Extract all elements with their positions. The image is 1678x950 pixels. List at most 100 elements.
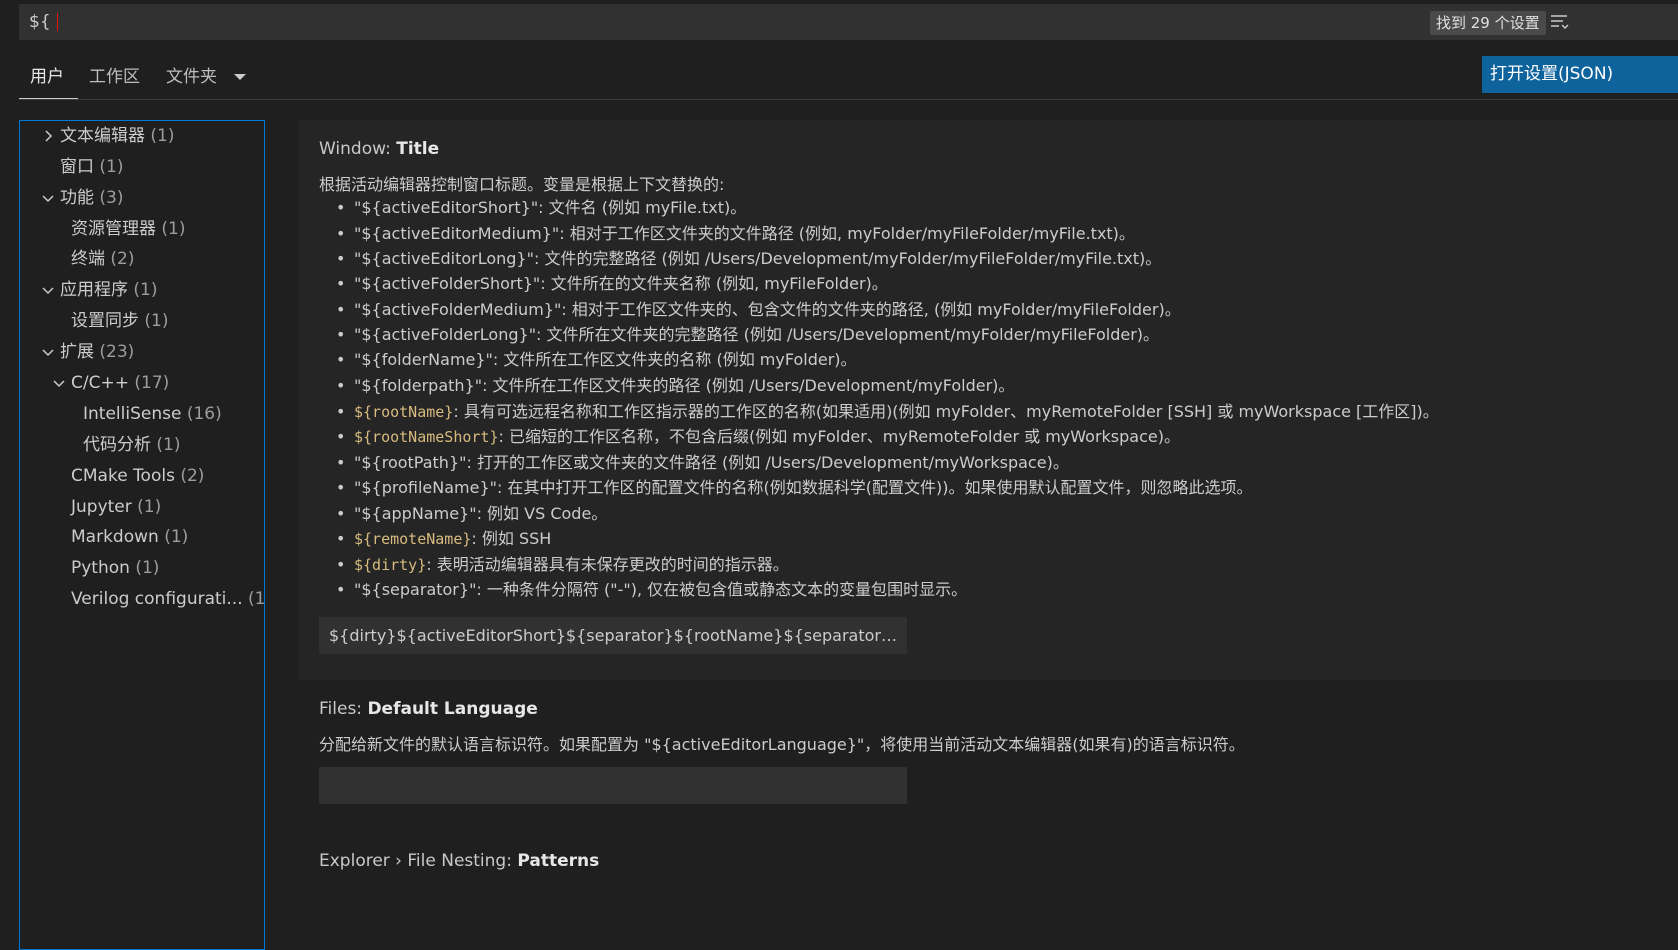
- toc-count: (3): [99, 188, 124, 208]
- toc-item-markdown[interactable]: Markdown (1): [71, 522, 188, 552]
- toc-label: Verilog configurati...: [71, 589, 243, 609]
- tab-user[interactable]: 用户: [30, 56, 64, 98]
- setting-category: Files:: [319, 699, 368, 719]
- variable-desc: "${activeEditorShort}": 文件名 (例如 myFile.t…: [354, 198, 747, 217]
- setting-files-default-language[interactable]: Files: Default Language 分配给新文件的默认语言标识符。如…: [298, 680, 1678, 820]
- toc-count: (1): [135, 558, 160, 578]
- tabs-divider: [19, 99, 1678, 100]
- variable-code: ${rootNameShort}: [354, 428, 499, 446]
- variable-bullet: "${activeEditorShort}": 文件名 (例如 myFile.t…: [336, 195, 747, 220]
- variable-bullet: ${rootNameShort}: 已缩短的工作区名称，不包含后缀(例如 myF…: [336, 424, 1180, 449]
- toc-label: C/C++: [71, 373, 129, 393]
- chevron-down-icon: [42, 287, 54, 295]
- variable-bullet: ${remoteName}: 例如 SSH: [336, 526, 552, 551]
- variable-desc: "${activeFolderLong}": 文件所在文件夹的完整路径 (例如 …: [354, 325, 1160, 344]
- variable-bullet: "${separator}": 一种条件分隔符 ("-"), 仅在被包含值或静态…: [336, 577, 967, 602]
- window-title-input[interactable]: ${dirty}${activeEditorShort}${separator}…: [319, 617, 907, 654]
- variable-bullet: ${rootName}: 具有可选远程名称和工作区指示器的工作区的名称(如果适用…: [336, 399, 1439, 424]
- setting-title: Window: Title: [319, 139, 439, 159]
- toc-item-verilog[interactable]: Verilog configurati... (1): [71, 584, 265, 614]
- toc-item-extensions[interactable]: 扩展 (23): [42, 337, 135, 367]
- setting-category: Window:: [319, 139, 397, 159]
- setting-title: Files: Default Language: [319, 699, 538, 719]
- toc-count: (1): [144, 311, 169, 331]
- variable-desc: "${folderName}": 文件所在工作区文件夹的名称 (例如 myFol…: [354, 350, 857, 369]
- variable-desc: : 具有可选远程名称和工作区指示器的工作区的名称(如果适用)(例如 myFold…: [453, 402, 1439, 421]
- variable-bullet: "${profileName}": 在其中打开工作区的配置文件的名称(例如数据科…: [336, 475, 1253, 500]
- variable-desc: "${activeEditorMedium}": 相对于工作区文件夹的文件路径 …: [354, 224, 1135, 243]
- toc-label: 终端: [71, 249, 105, 269]
- setting-explorer-file-nesting-patterns[interactable]: Explorer › File Nesting: Patterns: [298, 820, 1678, 936]
- toc-label: 文本编辑器: [60, 126, 145, 146]
- settings-list: Window: Title 根据活动编辑器控制窗口标题。变量是根据上下文替换的:…: [298, 120, 1678, 936]
- toc-item-jupyter[interactable]: Jupyter (1): [71, 492, 161, 522]
- toc-label: 窗口: [60, 157, 94, 177]
- chevron-down-icon: [42, 349, 54, 357]
- variable-bullet: "${activeFolderMedium}": 相对于工作区文件夹的、包含文件…: [336, 297, 1181, 322]
- toc-count: (1): [248, 589, 265, 609]
- toc-item-code-analysis[interactable]: 代码分析 (1): [83, 430, 181, 460]
- setting-category: Explorer › File Nesting:: [319, 851, 518, 871]
- results-count-badge: 找到 29 个设置: [1430, 11, 1546, 35]
- toc-count: (1): [99, 157, 124, 177]
- toc-item-explorer[interactable]: 资源管理器 (1): [71, 214, 186, 244]
- toc-item-window[interactable]: 窗口 (1): [60, 152, 124, 182]
- tab-workspace[interactable]: 工作区: [89, 56, 140, 98]
- toc-label: 功能: [60, 188, 94, 208]
- toc-count: (17): [134, 373, 170, 393]
- toc-count: (23): [99, 342, 135, 362]
- toc-item-cpp[interactable]: C/C++ (17): [53, 368, 170, 398]
- variable-code: ${remoteName}: [354, 530, 472, 548]
- toc-count: (2): [110, 249, 135, 269]
- toc-count: (1): [156, 435, 181, 455]
- chevron-down-icon[interactable]: [233, 72, 247, 82]
- variable-bullet: "${appName}": 例如 VS Code。: [336, 501, 608, 526]
- toc-item-text-editor[interactable]: 文本编辑器 (1): [45, 121, 175, 151]
- toc-label: 资源管理器: [71, 219, 156, 239]
- filter-icon[interactable]: [1549, 12, 1569, 32]
- toc-count: (1): [164, 527, 189, 547]
- chevron-down-icon: [53, 380, 65, 388]
- variable-bullet: "${folderName}": 文件所在工作区文件夹的名称 (例如 myFol…: [336, 347, 857, 372]
- variable-desc: "${profileName}": 在其中打开工作区的配置文件的名称(例如数据科…: [354, 478, 1253, 497]
- toc-label: CMake Tools: [71, 466, 175, 486]
- variable-bullet: "${activeFolderLong}": 文件所在文件夹的完整路径 (例如 …: [336, 322, 1160, 347]
- toc-label: 代码分析: [83, 435, 151, 455]
- toc-item-application[interactable]: 应用程序 (1): [42, 275, 158, 305]
- variable-desc: : 表明活动编辑器具有未保存更改的时间的指示器。: [426, 555, 789, 574]
- open-settings-json-button[interactable]: 打开设置(JSON): [1482, 56, 1678, 93]
- variable-bullet: "${activeEditorMedium}": 相对于工作区文件夹的文件路径 …: [336, 221, 1135, 246]
- setting-title: Explorer › File Nesting: Patterns: [319, 851, 599, 871]
- toc-item-terminal[interactable]: 终端 (2): [71, 244, 135, 274]
- variable-desc: : 已缩短的工作区名称，不包含后缀(例如 myFolder、myRemoteFo…: [498, 427, 1180, 446]
- variable-desc: "${rootPath}": 打开的工作区或文件夹的文件路径 (例如 /User…: [354, 453, 1069, 472]
- settings-toc-tree: 文本编辑器 (1) 窗口 (1) 功能 (3) 资源管理器 (1) 终端 (2)…: [19, 120, 265, 950]
- settings-search-input[interactable]: [19, 4, 1399, 40]
- setting-description: 分配给新文件的默认语言标识符。如果配置为 "${activeEditorLang…: [319, 735, 1245, 754]
- toc-item-intellisense[interactable]: IntelliSense (16): [83, 399, 222, 429]
- toc-label: Jupyter: [71, 497, 132, 517]
- variable-bullet: ${dirty}: 表明活动编辑器具有未保存更改的时间的指示器。: [336, 552, 789, 577]
- chevron-down-icon: [42, 195, 54, 203]
- setting-window-title[interactable]: Window: Title 根据活动编辑器控制窗口标题。变量是根据上下文替换的:…: [298, 120, 1678, 680]
- toc-item-cmake-tools[interactable]: CMake Tools (2): [71, 461, 204, 491]
- toc-item-python[interactable]: Python (1): [71, 553, 159, 583]
- variable-bullet: "${folderpath}": 文件所在工作区文件夹的路径 (例如 /User…: [336, 373, 1014, 398]
- setting-name: Default Language: [367, 699, 538, 719]
- variable-desc: : 例如 SSH: [471, 529, 552, 548]
- variable-bullet: "${rootPath}": 打开的工作区或文件夹的文件路径 (例如 /User…: [336, 450, 1069, 475]
- variable-bullet: "${activeFolderShort}": 文件所在的文件夹名称 (例如, …: [336, 271, 888, 296]
- variable-desc: "${appName}": 例如 VS Code。: [354, 504, 608, 523]
- settings-search-bar: 找到 29 个设置: [19, 4, 1678, 40]
- variable-bullet: "${activeEditorLong}": 文件的完整路径 (例如 /User…: [336, 246, 1161, 271]
- toc-count: (1): [150, 126, 175, 146]
- setting-name: Title: [396, 139, 440, 159]
- toc-item-features[interactable]: 功能 (3): [42, 183, 124, 213]
- tab-folder[interactable]: 文件夹: [166, 56, 217, 98]
- default-language-input[interactable]: [319, 767, 907, 804]
- toc-count: (1): [137, 497, 162, 517]
- toc-label: 应用程序: [60, 280, 128, 300]
- toc-count: (1): [133, 280, 158, 300]
- chevron-right-icon: [45, 130, 53, 142]
- toc-item-settings-sync[interactable]: 设置同步 (1): [71, 306, 169, 336]
